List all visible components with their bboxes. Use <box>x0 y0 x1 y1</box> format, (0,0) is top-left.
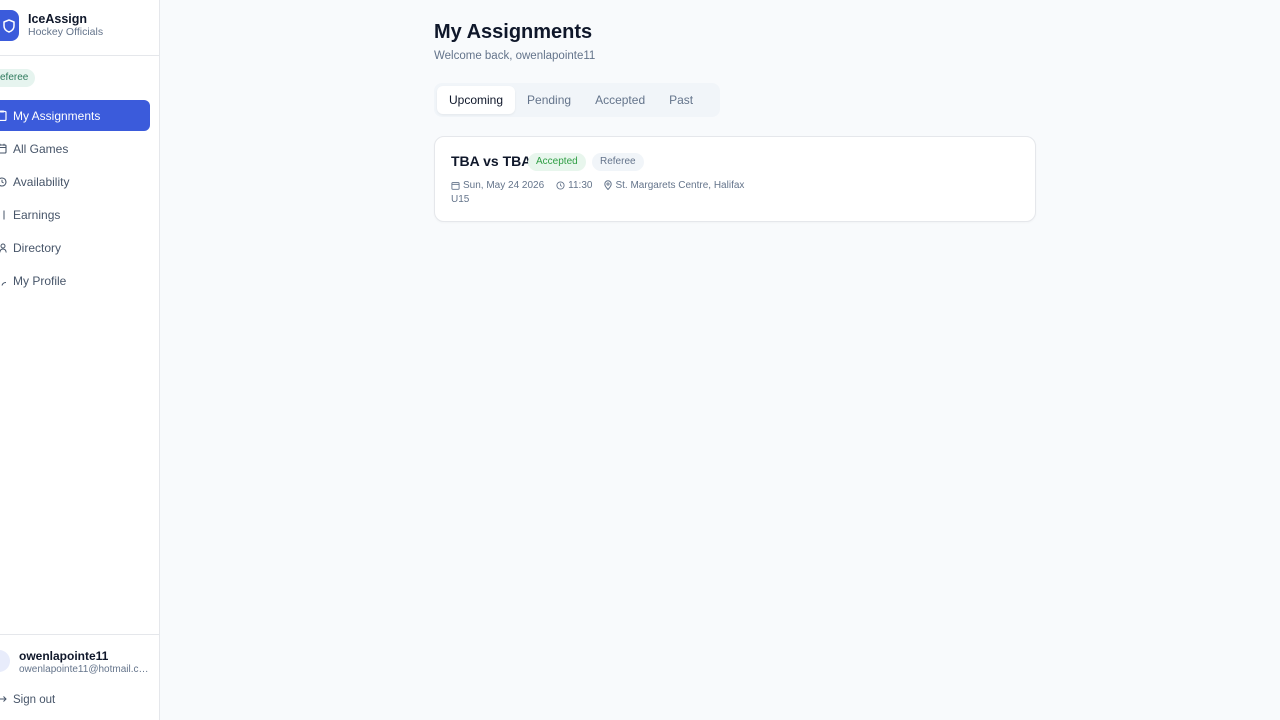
role-badge: Referee <box>592 153 644 171</box>
shield-logo-icon <box>0 10 19 41</box>
app-name: IceAssign <box>28 12 88 26</box>
sidebar-item-label: Availability <box>13 174 70 189</box>
avatar[interactable] <box>0 650 10 672</box>
sidebar-item-label: Earnings <box>13 207 61 222</box>
sidebar-item-label: My Assignments <box>13 108 101 123</box>
sign-out-label: Sign out <box>13 694 56 706</box>
sidebar-item-all-games[interactable]: All Games <box>0 133 150 164</box>
sign-out-button[interactable]: Sign out <box>0 692 55 708</box>
brand: IceAssign Hockey Officials <box>0 0 159 56</box>
division-label: U15 <box>451 194 470 205</box>
sidebar-item-availability[interactable]: Availability <box>0 166 150 197</box>
game-venue: St. Margarets Centre, Halifax <box>604 180 744 191</box>
app-subtitle: Hockey Officials <box>28 26 104 38</box>
role-badge: eferee <box>0 69 36 87</box>
sidebar-item-label: All Games <box>13 141 69 156</box>
page-title: My Assignments <box>434 21 593 43</box>
tab-pending[interactable]: Pending <box>515 86 583 114</box>
assignment-card[interactable]: TBA vs TBA Accepted Referee Sun, May 24 … <box>434 136 1036 222</box>
user-panel: owenlapointe11 owenlapointe11@hotmail.co… <box>0 634 159 720</box>
user-name: owenlapointe11 <box>19 649 109 663</box>
sidebar: IceAssign Hockey Officials eferee My Ass… <box>0 0 160 720</box>
map-pin-icon <box>604 180 613 190</box>
sidebar-item-label: My Profile <box>13 273 67 288</box>
time-text: 11:30 <box>568 179 593 191</box>
status-badge: Accepted <box>528 153 586 171</box>
clock-icon <box>556 180 565 190</box>
game-meta: Sun, May 24 2026 11:30 St. Margarets Cen… <box>451 178 756 192</box>
assignment-tabs: Upcoming Pending Accepted Past <box>434 83 720 117</box>
sidebar-item-my-profile[interactable]: My Profile <box>0 265 150 296</box>
arrow-right-icon <box>0 694 7 706</box>
user-icon <box>0 276 12 286</box>
sidebar-item-earnings[interactable]: Earnings <box>0 199 150 230</box>
game-date: Sun, May 24 2026 <box>451 180 544 191</box>
sidebar-item-directory[interactable]: Directory <box>0 232 150 263</box>
sidebar-item-my-assignments[interactable]: My Assignments <box>0 100 150 131</box>
game-title: TBA vs TBA <box>451 153 532 169</box>
clock-icon <box>0 176 12 187</box>
calendar-icon <box>451 181 460 190</box>
dollar-icon <box>0 210 12 220</box>
venue-text: St. Margarets Centre, Halifax <box>615 179 745 191</box>
calendar-icon <box>0 143 12 154</box>
tab-accepted[interactable]: Accepted <box>583 86 657 114</box>
users-icon <box>0 243 12 253</box>
date-text: Sun, May 24 2026 <box>463 179 545 191</box>
game-time: 11:30 <box>556 180 592 191</box>
tab-upcoming[interactable]: Upcoming <box>437 86 516 114</box>
user-email: owenlapointe11@hotmail.com <box>19 664 151 675</box>
clipboard-icon <box>0 110 12 121</box>
sidebar-item-label: Directory <box>13 240 62 255</box>
tab-past[interactable]: Past <box>657 86 705 114</box>
welcome-text: Welcome back, owenlapointe11 <box>434 50 596 62</box>
